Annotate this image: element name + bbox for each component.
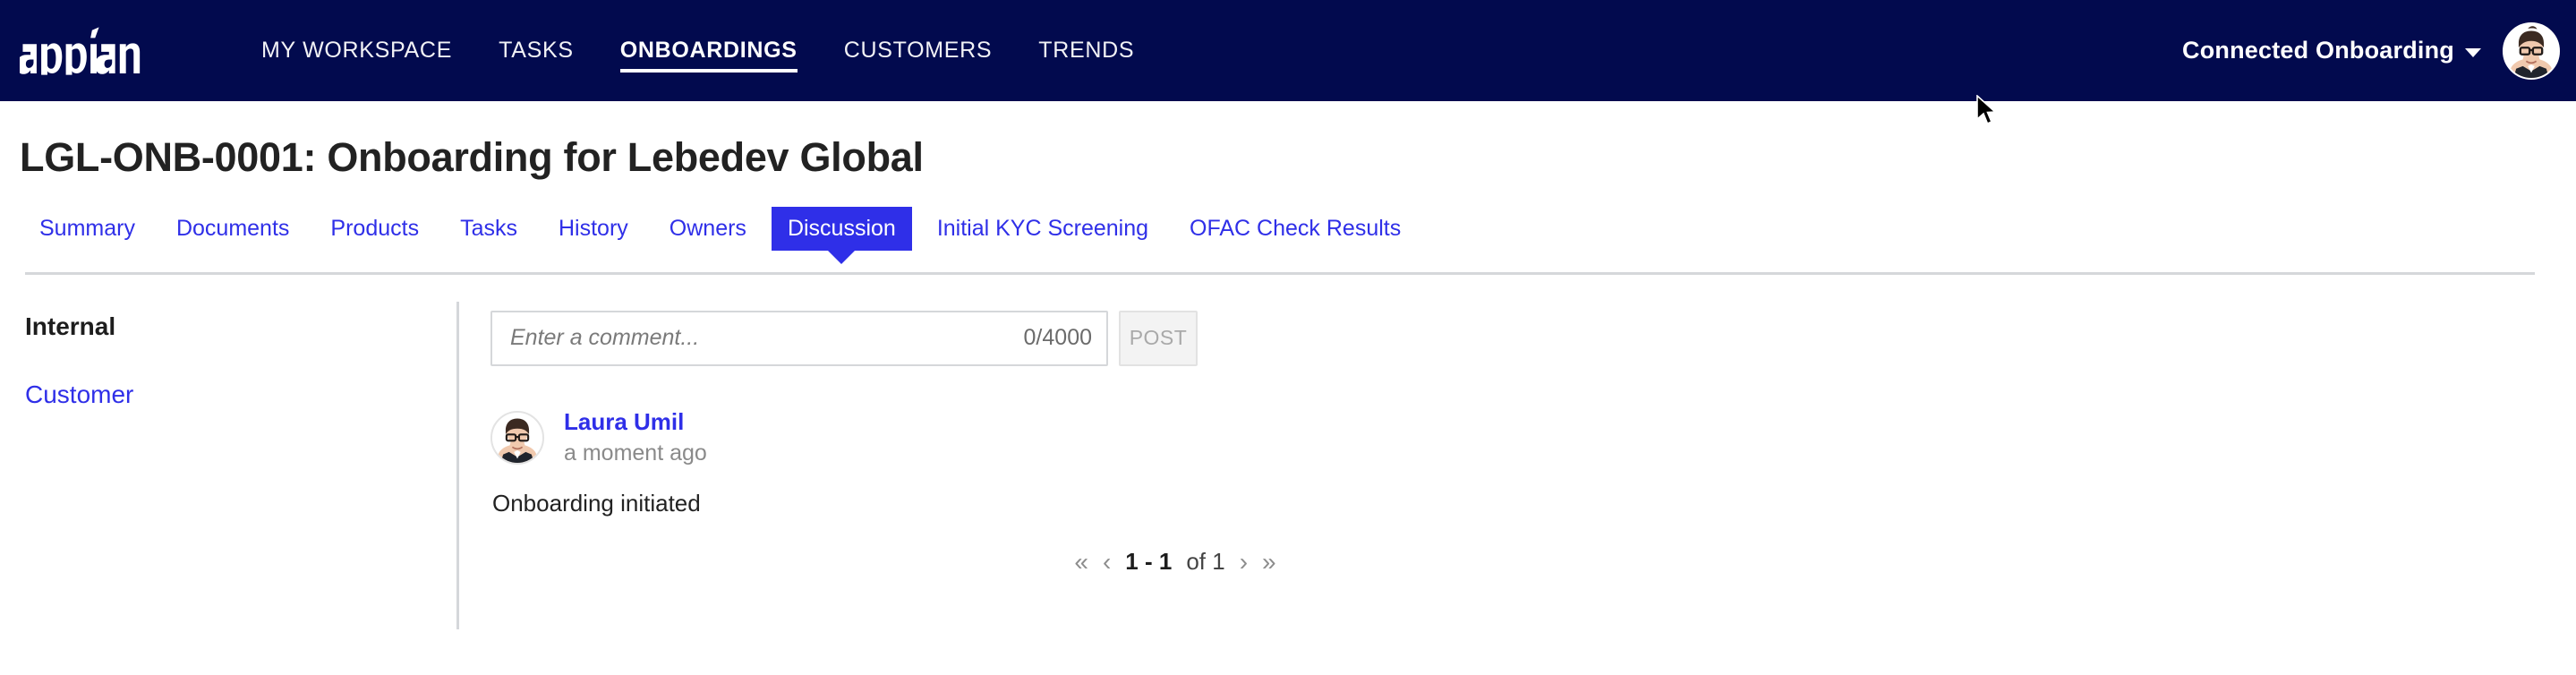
tab-documents[interactable]: Documents	[160, 207, 305, 251]
nav-link-my-workspace[interactable]: MY WORKSPACE	[238, 0, 475, 101]
comment-composer: 0/4000 POST	[490, 302, 2576, 366]
pagination-controls: « ‹ 1 - 1 of 1 › »	[490, 517, 2576, 576]
nav-link-customers[interactable]: CUSTOMERS	[821, 0, 1016, 101]
nav-right-group: Connected Onboarding	[2182, 0, 2576, 101]
pagination-total: of 1	[1186, 548, 1225, 576]
pagination-next-button[interactable]: ›	[1240, 549, 1248, 575]
pagination-last-button[interactable]: »	[1262, 549, 1276, 575]
discussion-main: 0/4000 POST	[459, 302, 2576, 602]
tab-bar: Summary Documents Products Tasks History…	[0, 180, 2576, 251]
pagination-range: 1 - 1	[1125, 548, 1173, 576]
nav-link-trends[interactable]: TRENDS	[1015, 0, 1157, 101]
tab-initial-kyc-screening[interactable]: Initial KYC Screening	[921, 207, 1164, 251]
comment-input-wrapper[interactable]: 0/4000	[490, 310, 1108, 366]
comment-body-text: Onboarding initiated	[492, 490, 701, 517]
tab-summary[interactable]: Summary	[23, 207, 151, 251]
comment-meta: Laura Umil a moment ago	[544, 408, 707, 467]
appian-logo[interactable]	[20, 26, 174, 76]
comment-header: Laura Umil a moment ago	[490, 408, 2576, 467]
top-navigation-bar: MY WORKSPACE TASKS ONBOARDINGS CUSTOMERS…	[0, 0, 2576, 125]
tab-tasks[interactable]: Tasks	[444, 207, 533, 251]
user-menu-button[interactable]: Connected Onboarding	[2182, 37, 2481, 64]
post-button[interactable]: POST	[1119, 310, 1198, 366]
comment-author-name[interactable]: Laura Umil	[564, 408, 707, 436]
chevron-down-icon	[2465, 47, 2481, 57]
tab-products[interactable]: Products	[314, 207, 435, 251]
page-title: LGL-ONB-0001: Onboarding for Lebedev Glo…	[20, 134, 924, 180]
discussion-sidebar: Internal Customer	[0, 302, 456, 602]
comment-item: Laura Umil a moment ago Onboarding initi…	[490, 366, 2576, 518]
discussion-body: Internal Customer 0/4000 POST	[0, 275, 2576, 629]
avatar[interactable]	[2503, 21, 2560, 80]
sidebar-item-internal[interactable]: Internal	[25, 312, 456, 341]
comment-author-avatar	[490, 410, 544, 465]
primary-nav-links: MY WORKSPACE TASKS ONBOARDINGS CUSTOMERS…	[238, 0, 1157, 101]
comment-input[interactable]	[508, 312, 1015, 364]
comment-timestamp: a moment ago	[564, 440, 707, 466]
tab-discussion[interactable]: Discussion	[771, 206, 912, 251]
sidebar-item-customer[interactable]: Customer	[25, 380, 456, 409]
nav-link-tasks[interactable]: TASKS	[475, 0, 597, 101]
nav-link-onboardings[interactable]: ONBOARDINGS	[597, 0, 821, 101]
tab-ofac-check-results[interactable]: OFAC Check Results	[1173, 207, 1417, 251]
tab-history[interactable]: History	[542, 207, 644, 251]
pagination-first-button[interactable]: «	[1074, 549, 1088, 575]
tab-owners[interactable]: Owners	[653, 207, 763, 251]
character-counter: 0/4000	[1023, 325, 1092, 350]
user-menu-label: Connected Onboarding	[2182, 37, 2454, 64]
pagination-prev-button[interactable]: ‹	[1103, 549, 1111, 575]
